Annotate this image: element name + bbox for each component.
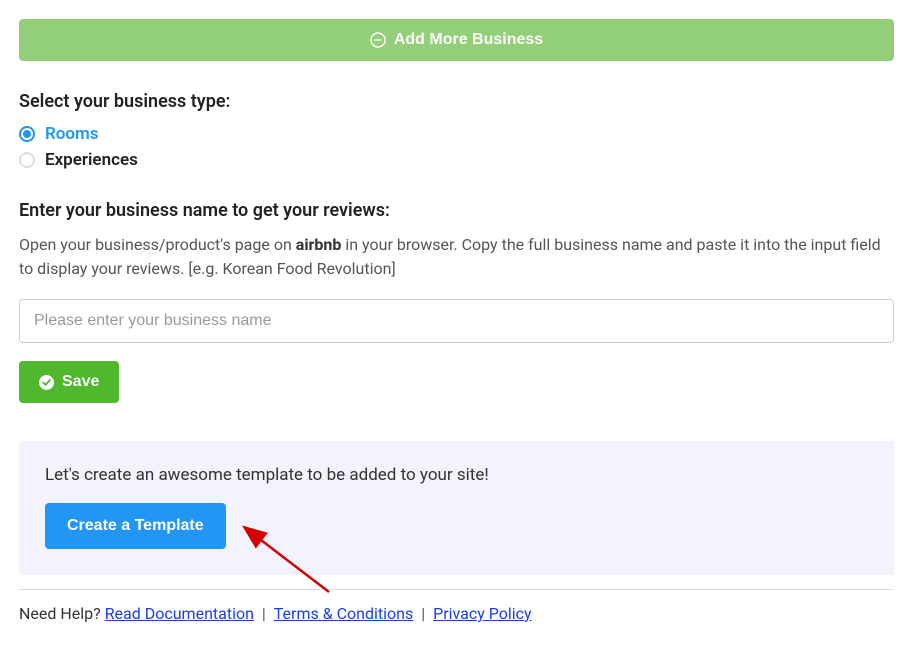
save-button[interactable]: Save [19, 361, 119, 403]
radio-experiences-label: Experiences [45, 150, 138, 170]
footer-link-terms[interactable]: Terms & Conditions [274, 604, 414, 623]
footer-separator: | [258, 604, 270, 623]
add-more-business-label: Add More Business [394, 31, 543, 49]
business-name-help-text: Open your business/product's page on air… [19, 233, 894, 281]
template-callout: Let's create an awesome template to be a… [19, 441, 894, 575]
business-name-input[interactable] [19, 299, 894, 343]
radio-rooms[interactable]: Rooms [19, 124, 894, 144]
radio-indicator-selected [19, 126, 35, 142]
check-circle-icon [39, 375, 54, 390]
create-template-button[interactable]: Create a Template [45, 503, 226, 549]
business-type-heading: Select your business type: [19, 91, 894, 112]
footer-link-docs[interactable]: Read Documentation [105, 604, 254, 623]
save-button-label: Save [62, 373, 99, 391]
footer: Need Help? Read Documentation | Terms & … [19, 589, 894, 623]
minus-circle-icon [370, 32, 386, 48]
add-more-business-button[interactable]: Add More Business [19, 19, 894, 61]
radio-rooms-label: Rooms [45, 124, 99, 144]
business-name-heading: Enter your business name to get your rev… [19, 200, 894, 221]
footer-separator: | [417, 604, 429, 623]
radio-experiences[interactable]: Experiences [19, 150, 894, 170]
radio-indicator-unselected [19, 152, 35, 168]
footer-help-text: Need Help? [19, 604, 105, 623]
template-callout-text: Let's create an awesome template to be a… [45, 465, 868, 485]
create-template-label: Create a Template [67, 517, 204, 534]
business-type-radio-group: Rooms Experiences [19, 124, 894, 170]
footer-link-privacy[interactable]: Privacy Policy [433, 604, 532, 623]
